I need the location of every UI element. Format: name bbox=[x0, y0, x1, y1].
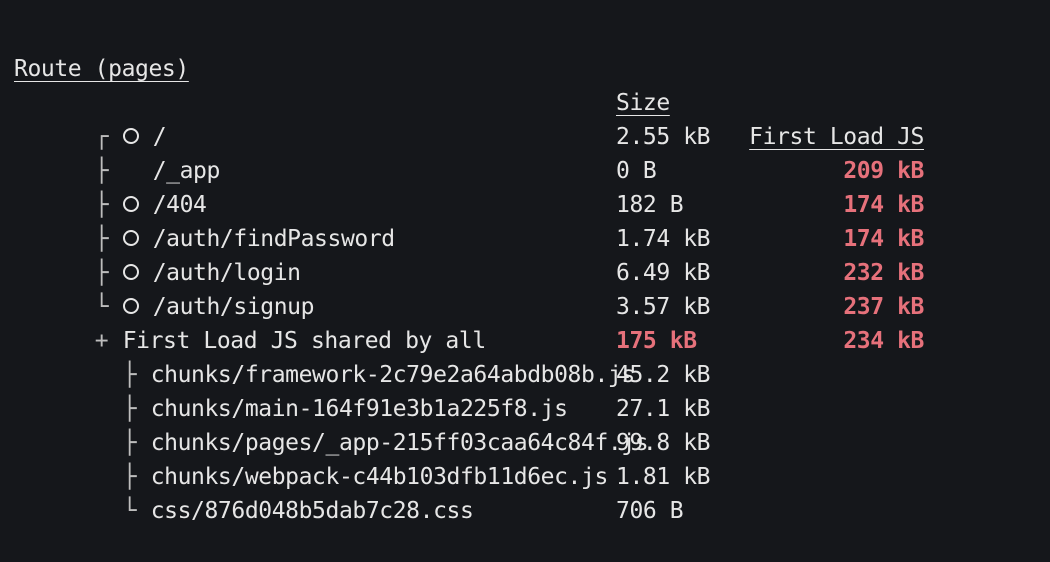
route-first-load: 232 kB bbox=[843, 260, 924, 286]
header-size: Size bbox=[616, 90, 670, 116]
chunk-row: └ css/876d048b5dab7c28.css 706 B bbox=[0, 426, 684, 524]
route-size: 3.57 kB bbox=[616, 294, 711, 320]
header-first-load: First Load JS bbox=[749, 124, 924, 150]
table-header: Route (pages) Size First Load JS bbox=[0, 18, 924, 150]
chunk-size: 99.8 kB bbox=[616, 430, 711, 456]
tree-connector: └ bbox=[122, 498, 137, 524]
terminal-output: Route (pages) Size First Load JS ┌/ 2.55… bbox=[0, 0, 1050, 524]
route-size: 0 B bbox=[616, 158, 657, 184]
chunk-row: ├ chunks/pages/_app-215ff03caa64c84f.js 9… bbox=[0, 358, 711, 456]
chunk-size: 706 B bbox=[616, 498, 684, 524]
route-first-load: 174 kB bbox=[843, 192, 924, 218]
chunk-row: ├ chunks/webpack-c44b103dfb11d6ec.js 1.81… bbox=[0, 392, 711, 490]
shared-row: + First Load JS shared by all 175 kB bbox=[0, 256, 697, 354]
route-size: 182 B bbox=[616, 192, 684, 218]
route-size: 2.55 kB bbox=[616, 124, 711, 150]
route-first-load: 237 kB bbox=[843, 294, 924, 320]
route-row: └/auth/signup 3.57 kB 234 kB bbox=[0, 222, 925, 354]
route-row: ├/auth/findPassword 1.74 kB 232 kB bbox=[0, 154, 925, 286]
route-row: ├/auth/login 6.49 kB 237 kB bbox=[0, 188, 925, 320]
route-size: 6.49 kB bbox=[616, 260, 711, 286]
chunk-name: css/876d048b5dab7c28.css bbox=[150, 498, 474, 524]
route-first-load: 174 kB bbox=[843, 226, 924, 252]
chunk-size: 45.2 kB bbox=[616, 362, 711, 388]
route-first-load: 209 kB bbox=[843, 158, 924, 184]
chunk-row: ├ chunks/framework-2c79e2a64abdb08b.js 45… bbox=[0, 290, 711, 388]
chunk-size: 1.81 kB bbox=[616, 464, 711, 490]
route-row: ├/_app 0 B 174 kB bbox=[0, 86, 925, 218]
route-row: ├/404 182 B 174 kB bbox=[0, 120, 925, 252]
route-size: 1.74 kB bbox=[616, 226, 711, 252]
route-first-load: 234 kB bbox=[843, 328, 924, 354]
route-row: ┌/ 2.55 kB 209 kB bbox=[0, 52, 925, 184]
chunk-row: ├ chunks/main-164f91e3b1a225f8.js 27.1 kB bbox=[0, 324, 711, 422]
